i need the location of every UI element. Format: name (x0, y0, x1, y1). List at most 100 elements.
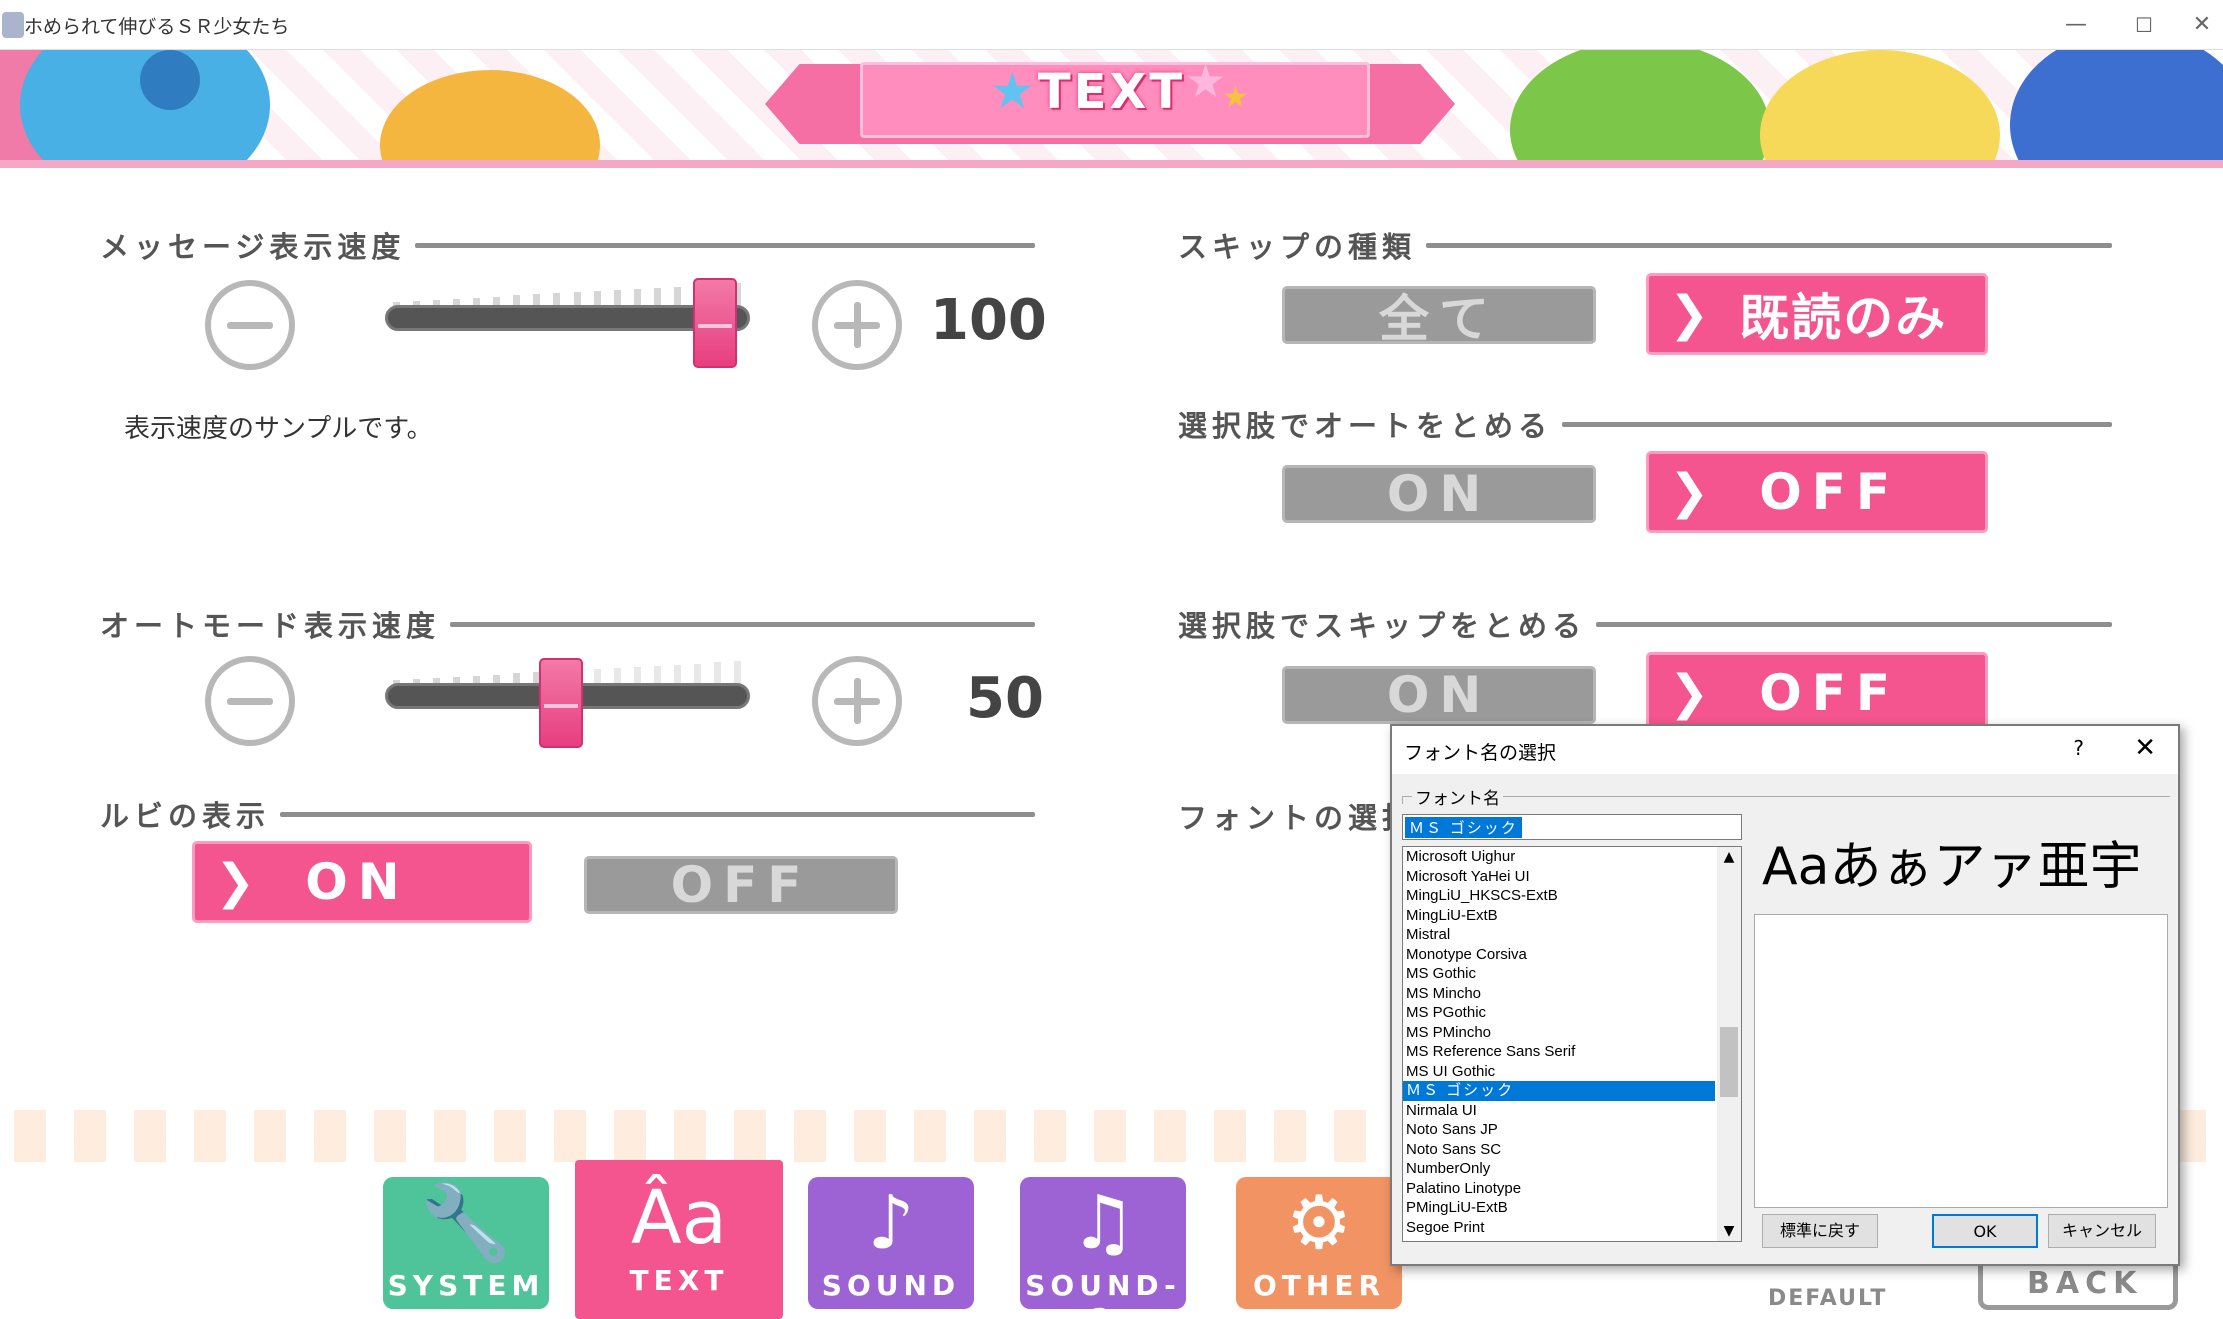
message-speed-label: メッセージ表示速度 (100, 230, 406, 264)
reset-default-button[interactable]: 標準に戻す (1762, 1214, 1878, 1248)
slider-tick (653, 287, 661, 306)
slider-tick (593, 291, 601, 306)
minus-icon (227, 698, 273, 705)
font-list-item[interactable]: Microsoft Uighur (1403, 847, 1715, 867)
font-list-items: Microsoft Uighur Microsoft YaHei UI MingLi… (1403, 847, 1741, 1237)
nav-label: TEXT (629, 1264, 729, 1297)
nav-label: SOUND (821, 1269, 961, 1302)
minimize-button[interactable]: — (2054, 8, 2098, 42)
auto-speed-slider[interactable] (385, 656, 750, 748)
message-speed-value: 100 (930, 288, 1047, 353)
stop-skip-on-button[interactable]: ON (1282, 666, 1596, 724)
notes-icon: ♫ (1069, 1180, 1137, 1266)
font-name-input[interactable]: ＭＳ ゴシック (1402, 814, 1742, 840)
nav-text[interactable]: Âa TEXT (575, 1160, 783, 1319)
slider-tick (734, 661, 741, 684)
font-select-dialog: フォント名の選択 ? ✕ フォント名 ＭＳ ゴシック Microsoft Uig… (1390, 724, 2180, 1266)
nav-system[interactable]: 🔧 SYSTEM (383, 1177, 549, 1309)
window-title: ホめられて伸びるＳＲ少女たち (24, 16, 290, 38)
close-button[interactable]: ✕ (2180, 8, 2223, 42)
slider-tick (613, 289, 621, 306)
cancel-button[interactable]: キャンセル (2048, 1214, 2156, 1248)
font-list-item[interactable]: ＭＳ ゴシック (1403, 1081, 1715, 1101)
font-list-item[interactable]: MS Mincho (1403, 984, 1715, 1004)
plus-icon (854, 678, 861, 724)
skip-read-only-button[interactable]: ❯ 既読のみ (1646, 273, 1988, 355)
auto-speed-slider-knob[interactable] (539, 658, 584, 748)
auto-speed-label: オートモード表示速度 (100, 609, 441, 643)
window-titlebar: ホめられて伸びるＳＲ少女たち — ☐ ✕ (0, 0, 2223, 50)
font-list-scrollbar[interactable]: ▲ ▼ (1717, 847, 1741, 1241)
font-list-item[interactable]: Noto Sans JP (1403, 1120, 1715, 1140)
message-speed-heading: メッセージ表示速度 (100, 224, 1035, 266)
note-icon: ♪ (867, 1180, 915, 1266)
slider-tick (693, 663, 701, 684)
skip-all-label: 全て (1379, 290, 1499, 348)
ruby-off-label: OFF (670, 856, 812, 914)
auto-speed-decrease-button[interactable] (205, 656, 295, 746)
font-list-item[interactable]: Segoe Print (1403, 1218, 1715, 1238)
message-speed-slider[interactable] (385, 278, 750, 368)
dialog-close-icon[interactable]: ✕ (2134, 733, 2156, 763)
font-list-item[interactable]: MS PGothic (1403, 1003, 1715, 1023)
wrench-icon: 🔧 (419, 1180, 513, 1266)
auto-speed-increase-button[interactable] (812, 656, 902, 746)
heading-rule (280, 811, 1035, 817)
font-list-item[interactable]: Noto Sans SC (1403, 1140, 1715, 1160)
font-list-item[interactable]: Palatino Linotype (1403, 1179, 1715, 1199)
font-list-item[interactable]: Microsoft YaHei UI (1403, 867, 1715, 887)
ruby-off-button[interactable]: OFF (584, 856, 898, 914)
font-list-item[interactable]: MS Reference Sans Serif (1403, 1042, 1715, 1062)
font-list-item[interactable]: PMingLiU-ExtB (1403, 1198, 1715, 1218)
nav-sound-2[interactable]: ♫ SOUND-2 (1020, 1177, 1186, 1319)
maximize-button[interactable]: ☐ (2122, 8, 2166, 42)
font-list-item[interactable]: MingLiU_HKSCS-ExtB (1403, 886, 1715, 906)
font-list-item[interactable]: MS UI Gothic (1403, 1062, 1715, 1082)
slider-tick (613, 667, 621, 684)
stop-auto-off-label: OFF (1759, 463, 1901, 521)
help-icon[interactable]: ? (2073, 736, 2084, 760)
heading-rule (450, 621, 1035, 627)
ruby-on-label: ON (305, 853, 410, 911)
nav-other[interactable]: ⚙ OTHER (1236, 1177, 1402, 1309)
stop-skip-label: 選択肢でスキップをとめる (1178, 609, 1587, 643)
font-preview: Aaあぁアァ亜宇 (1754, 824, 2168, 1208)
font-list-item[interactable]: NumberOnly (1403, 1159, 1715, 1179)
skip-all-button[interactable]: 全て (1282, 286, 1596, 348)
stop-skip-on-label: ON (1386, 666, 1492, 724)
plus-icon (854, 302, 861, 348)
font-list[interactable]: Microsoft Uighur Microsoft YaHei UI MingLi… (1402, 846, 1742, 1242)
font-label: フォントの選択 (1178, 801, 1417, 835)
skip-type-label: スキップの種類 (1178, 230, 1417, 264)
page-title: TEXT (1037, 64, 1186, 120)
message-speed-decrease-button[interactable] (205, 280, 295, 370)
message-speed-increase-button[interactable] (812, 280, 902, 370)
stop-auto-off-button[interactable]: ❯ OFF (1646, 451, 1988, 533)
default-button-label[interactable]: DEFAULT (1768, 1286, 1887, 1311)
chevron-right-icon: ❯ (1669, 665, 1720, 721)
ruby-on-button[interactable]: ❯ ON (192, 841, 532, 923)
font-list-item[interactable]: MS Gothic (1403, 964, 1715, 984)
slider-tick (573, 292, 581, 306)
stop-skip-heading: 選択肢でスキップをとめる (1178, 603, 2112, 645)
font-list-item[interactable]: Mistral (1403, 925, 1715, 945)
skip-read-only-label: 既読のみ (1739, 289, 1948, 347)
scroll-up-icon[interactable]: ▲ (1717, 849, 1741, 865)
ok-button[interactable]: OK (1932, 1214, 2038, 1248)
font-preview-box (1754, 914, 2168, 1208)
nav-label: OTHER (1252, 1269, 1386, 1302)
scroll-down-icon[interactable]: ▼ (1717, 1223, 1741, 1239)
font-list-item[interactable]: MS PMincho (1403, 1023, 1715, 1043)
scroll-thumb[interactable] (1720, 1027, 1738, 1097)
nav-label: SOUND-2 (1025, 1269, 1181, 1319)
slider-tick (673, 664, 681, 684)
font-list-item[interactable]: Monotype Corsiva (1403, 945, 1715, 965)
nav-sound[interactable]: ♪ SOUND (808, 1177, 974, 1309)
font-list-item[interactable]: MingLiU-ExtB (1403, 906, 1715, 926)
nav-label: SYSTEM (387, 1269, 545, 1302)
font-list-item[interactable]: Nirmala UI (1403, 1101, 1715, 1121)
stop-auto-on-button[interactable]: ON (1282, 465, 1596, 523)
stop-auto-on-label: ON (1386, 465, 1492, 523)
stop-skip-off-button[interactable]: ❯ OFF (1646, 652, 1988, 734)
message-speed-slider-knob[interactable] (693, 278, 738, 368)
